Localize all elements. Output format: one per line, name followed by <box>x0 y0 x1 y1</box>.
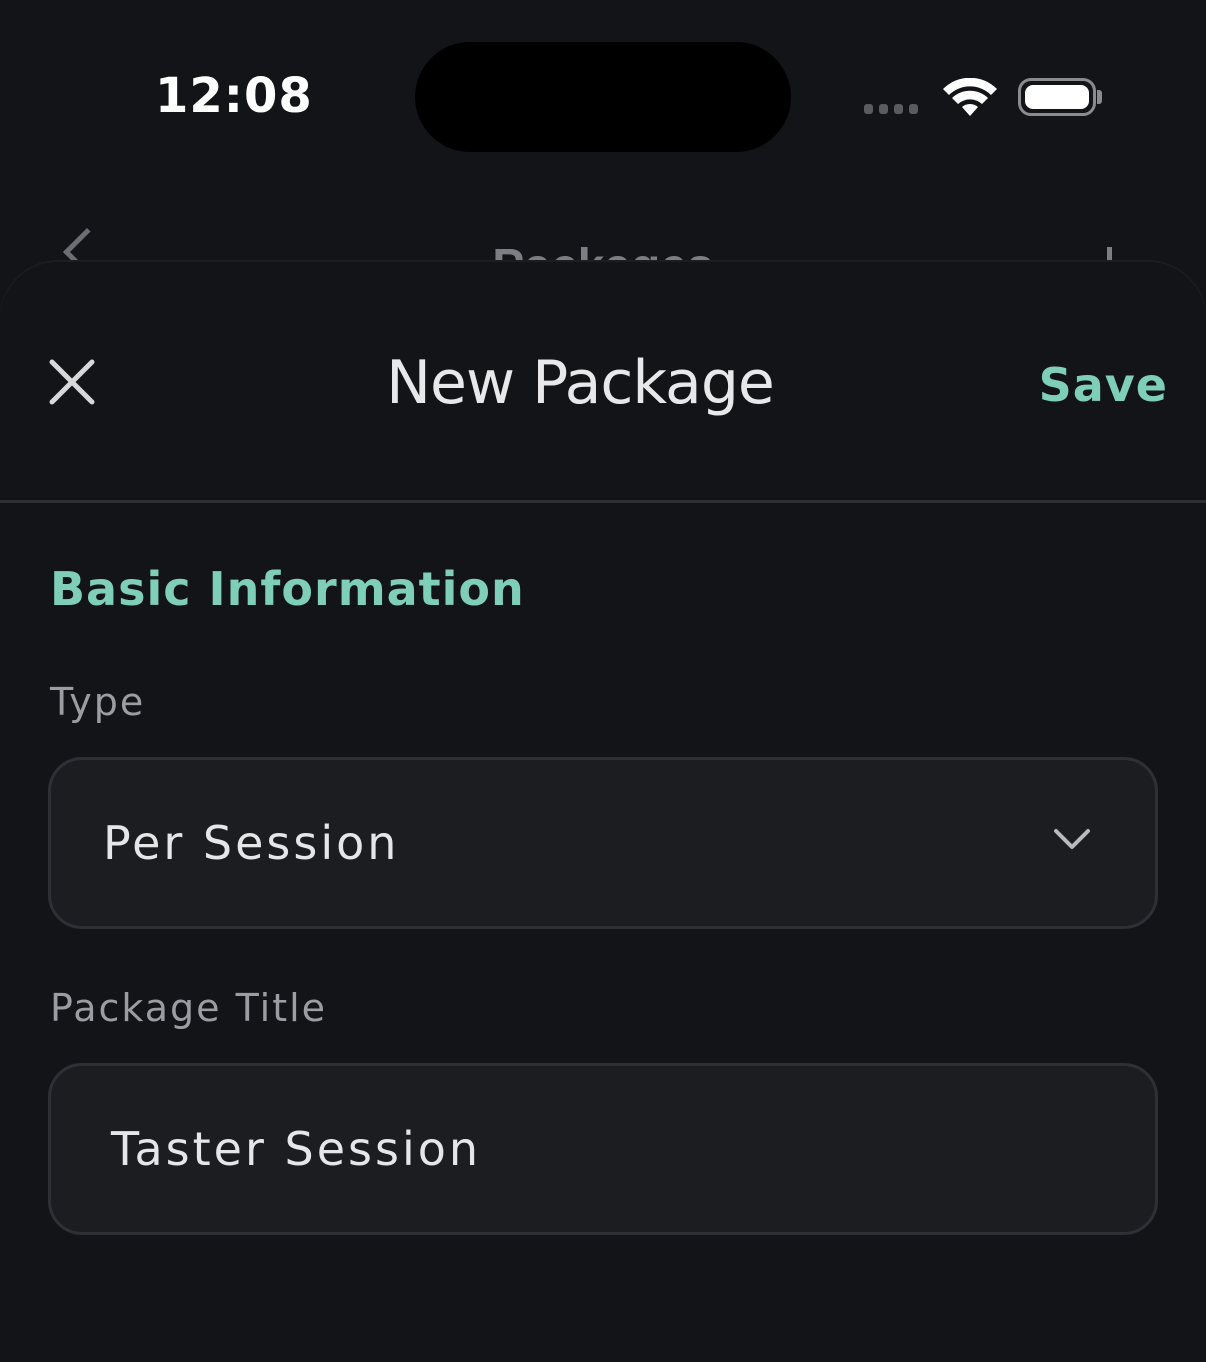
status-time: 12:08 <box>155 68 313 124</box>
dynamic-island <box>415 42 791 152</box>
package-title-value: Taster Session <box>111 1122 482 1176</box>
sheet-title: New Package <box>386 348 775 418</box>
battery-cap <box>1097 90 1102 104</box>
section-title-basic-information: Basic Information <box>50 562 525 616</box>
wifi-icon <box>943 78 997 116</box>
signal-icon <box>864 104 918 114</box>
package-title-label: Package Title <box>50 986 328 1030</box>
type-label: Type <box>50 680 146 724</box>
chevron-down-icon <box>1054 829 1090 849</box>
type-select[interactable]: Per Session <box>48 757 1158 929</box>
new-package-sheet: New Package Save Basic Information Type … <box>0 262 1206 1362</box>
battery-icon <box>1018 78 1096 116</box>
type-select-value: Per Session <box>103 816 400 870</box>
save-button[interactable]: Save <box>1039 358 1168 412</box>
status-bar: 12:08 <box>0 0 1206 190</box>
sheet-header: New Package Save <box>0 262 1206 503</box>
package-title-input[interactable]: Taster Session <box>48 1063 1158 1235</box>
